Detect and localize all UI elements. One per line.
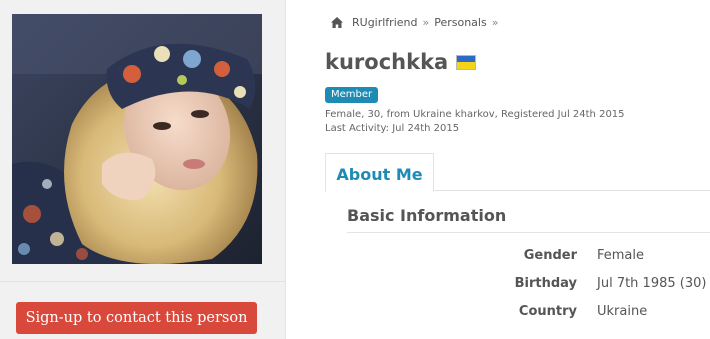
profile-name: kurochkka <box>325 50 477 74</box>
breadcrumb-link-personals[interactable]: Personals <box>434 16 487 29</box>
section-divider <box>347 232 710 233</box>
profile-sidebar: Sign-up to contact this person <box>0 0 286 339</box>
info-row-birthday: Birthday Jul 7th 1985 (30) <box>347 276 710 294</box>
home-icon[interactable] <box>331 17 343 28</box>
info-label: Country <box>518 304 577 319</box>
profile-photo[interactable] <box>12 14 262 264</box>
sidebar-divider <box>0 281 286 282</box>
last-activity: Last Activity: Jul 24th 2015 <box>325 123 460 134</box>
breadcrumb: RUgirlfriend » Personals » <box>331 16 503 29</box>
ukraine-flag-icon <box>456 54 477 70</box>
breadcrumb-separator: » <box>491 16 499 29</box>
profile-tabs: About Me <box>325 153 710 192</box>
info-row-country: Country Ukraine <box>347 304 710 322</box>
breadcrumb-separator: » <box>422 16 430 29</box>
username: kurochkka <box>325 50 449 74</box>
tab-about-me[interactable]: About Me <box>325 153 434 192</box>
info-value: Female <box>597 248 645 263</box>
info-label: Gender <box>523 248 577 263</box>
member-badge: Member <box>325 87 379 103</box>
info-value: Ukraine <box>597 304 648 319</box>
profile-summary: Female, 30, from Ukraine kharkov, Regist… <box>325 109 625 120</box>
section-title-basic-information: Basic Information <box>347 206 507 225</box>
info-label: Birthday <box>514 276 577 291</box>
signup-contact-button[interactable]: Sign-up to contact this person <box>16 302 257 334</box>
breadcrumb-link-rugirlfriend[interactable]: RUgirlfriend <box>352 16 417 29</box>
info-value: Jul 7th 1985 (30) <box>597 276 707 291</box>
profile-photo-image <box>12 14 262 264</box>
info-row-gender: Gender Female <box>347 248 710 266</box>
